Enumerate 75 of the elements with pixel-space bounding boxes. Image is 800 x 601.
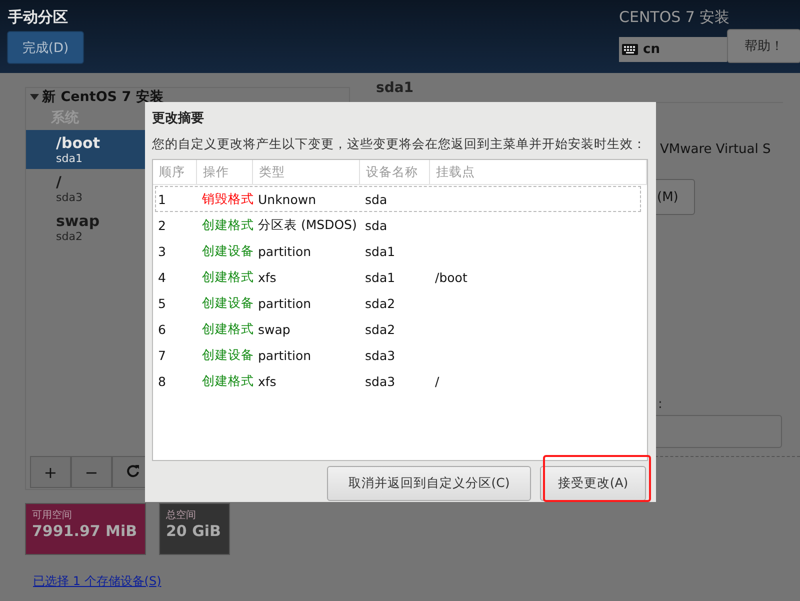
dialog-title: 更改摘要: [152, 110, 205, 127]
table-cell-text: xfs: [257, 374, 278, 388]
cancel-button[interactable]: 取消并返回到自定义分区(C): [327, 466, 531, 501]
done-button[interactable]: 完成(D): [7, 31, 84, 64]
available-space-value: 7991.97 MiB: [32, 522, 138, 540]
mount-point: swap: [56, 212, 100, 230]
table-cell-text: 2: [157, 218, 167, 232]
total-space-label: 总空间: [166, 508, 197, 522]
table-row[interactable]: 7 创建设备 partition sda3: [155, 342, 641, 368]
page-title: 手动分区: [8, 8, 69, 27]
column-header[interactable]: 顺序: [153, 160, 197, 184]
table-cell-text: sda1: [364, 270, 396, 284]
column-header[interactable]: 操作: [197, 160, 253, 184]
storage-devices-link[interactable]: 已选择 1 个存储设备(S): [33, 573, 162, 590]
text-field[interactable]: [655, 415, 782, 448]
field-label: :: [658, 397, 662, 412]
table-row[interactable]: 4 创建格式 xfs sda1 /boot: [155, 264, 641, 290]
table-cell-text: Unknown: [257, 192, 318, 206]
table-row[interactable]: 8 创建格式 xfs sda3 /: [155, 368, 641, 394]
keyboard-layout-field[interactable]: cn: [619, 37, 727, 62]
device-name: sda3: [56, 191, 82, 204]
help-button[interactable]: 帮助！: [727, 29, 800, 63]
table-cell-text: 4: [157, 270, 167, 284]
device-name: sda2: [56, 230, 82, 243]
table-cell-text: sda2: [364, 296, 396, 310]
table-cell-text: sda2: [364, 322, 396, 336]
table-row[interactable]: 1 销毁格式 Unknown sda: [155, 186, 641, 212]
table-cell-text: 销毁格式: [201, 190, 255, 208]
table-cell-text: partition: [257, 244, 312, 258]
keyboard-icon: [622, 44, 638, 55]
table-cell-text: partition: [257, 348, 312, 362]
table-cell-text: 3: [157, 244, 167, 258]
available-space-label: 可用空间: [32, 508, 73, 522]
table-cell-text: sda3: [364, 374, 396, 388]
table-cell-text: 分区表 (MSDOS): [257, 216, 358, 234]
table-row[interactable]: 3 创建设备 partition sda1: [155, 238, 641, 264]
refresh-icon: [126, 464, 140, 478]
table-cell-text: 创建格式: [201, 372, 255, 390]
table-cell-text: sda: [364, 218, 388, 232]
table-cell-text: 创建格式: [201, 216, 255, 234]
table-cell-text: 6: [157, 322, 167, 336]
column-header[interactable]: 类型: [253, 160, 360, 184]
table-cell-text: /: [434, 374, 440, 388]
table-cell-text: sda: [364, 192, 388, 206]
table-cell-text: 创建格式: [201, 320, 255, 338]
table-cell-text: swap: [257, 322, 292, 336]
add-button[interactable]: +: [30, 456, 71, 488]
table-cell-text: /boot: [434, 270, 468, 284]
mount-point: /boot: [56, 134, 100, 152]
table-cell-text: 创建设备: [201, 242, 255, 260]
table-cell-text: 8: [157, 374, 167, 388]
table-cell-text: xfs: [257, 270, 278, 284]
mount-point: /: [56, 173, 62, 191]
dialog-message: 您的自定义更改将产生以下变更，这些变更将会在您返回到主菜单并开始安装时生效：: [152, 136, 647, 153]
remove-button[interactable]: −: [71, 456, 112, 488]
table-cell-text: 创建格式: [201, 268, 255, 286]
table-row[interactable]: 6 创建格式 swap sda2: [155, 316, 641, 342]
device-description: VMware Virtual S: [660, 142, 771, 157]
table-cell-text: sda3: [364, 348, 396, 362]
accept-button[interactable]: 接受更改(A): [540, 466, 646, 501]
table-cell-text: 创建设备: [201, 294, 255, 312]
table-cell-text: sda1: [364, 244, 396, 258]
device-name: sda1: [56, 152, 82, 165]
table-cell-text: 创建设备: [201, 346, 255, 364]
table-cell-text: partition: [257, 296, 312, 310]
table-row[interactable]: 2 创建格式 分区表 (MSDOS) sda: [155, 212, 641, 238]
table-row[interactable]: 5 创建设备 partition sda2: [155, 290, 641, 316]
column-header[interactable]: 设备名称: [360, 160, 430, 184]
total-space-value: 20 GiB: [166, 522, 222, 540]
modify-button[interactable]: (M): [655, 179, 695, 215]
column-header[interactable]: 挂载点: [430, 160, 647, 184]
product-title: CENTOS 7 安装: [619, 8, 730, 27]
table-cell-text: 1: [157, 192, 167, 206]
table-cell-text: 5: [157, 296, 167, 310]
table-cell-text: 7: [157, 348, 167, 362]
